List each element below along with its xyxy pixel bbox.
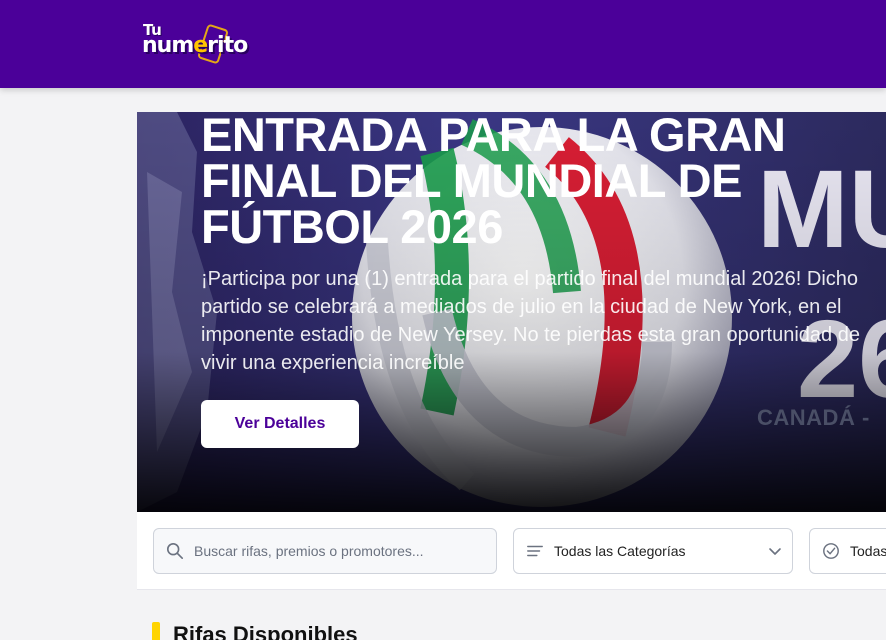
section-title: Rifas Disponibles: [173, 622, 358, 640]
filter-bar: Buscar rifas, premios o promotores... To…: [137, 512, 886, 590]
section-accent-bar: [152, 622, 160, 640]
check-circle-icon: [823, 543, 839, 559]
search-placeholder: Buscar rifas, premios o promotores...: [194, 543, 424, 559]
ver-detalles-button[interactable]: Ver Detalles: [201, 400, 359, 448]
tu-numerito-logo[interactable]: Tu numerito: [142, 20, 287, 70]
hero-title: ENTRADA PARA LA GRAN FINAL DEL MUNDIAL D…: [201, 112, 786, 253]
status-select[interactable]: Todas: [809, 528, 886, 574]
top-navbar: Tu numerito: [0, 0, 886, 88]
hero-bg-caption: CANADÁ -: [757, 405, 870, 430]
search-input[interactable]: Buscar rifas, premios o promotores...: [153, 528, 497, 574]
chevron-down-icon: [769, 548, 781, 555]
search-icon: [166, 542, 184, 560]
status-select-value: Todas: [850, 543, 886, 559]
filter-lines-icon: [527, 545, 543, 557]
hero-description: ¡Participa por una (1) entrada para el p…: [201, 268, 860, 374]
category-select-value: Todas las Categorías: [554, 543, 686, 559]
logo-text-main: numerito: [142, 33, 248, 58]
hero-banner: MU 26 CANADÁ - ENTRADA PARA LA GRAN FINA…: [137, 112, 886, 512]
category-select[interactable]: Todas las Categorías: [513, 528, 793, 574]
